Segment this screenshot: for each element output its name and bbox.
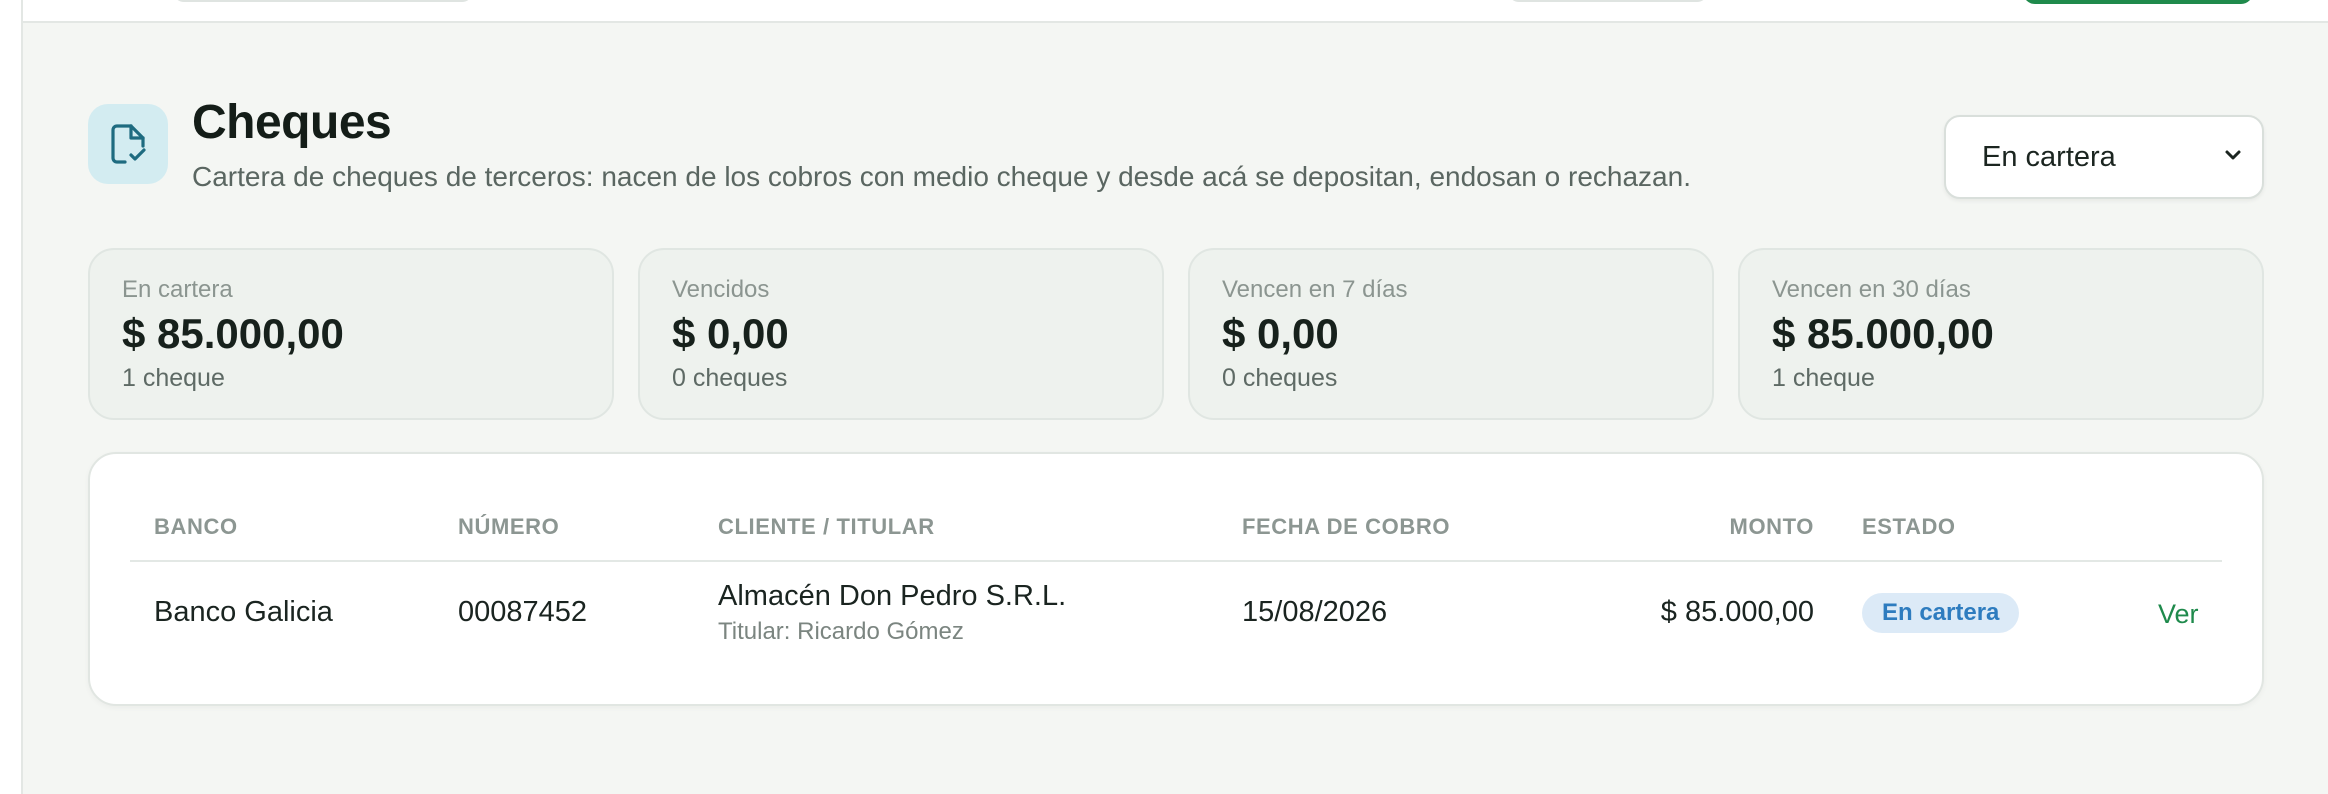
page-subtitle: Cartera de cheques de terceros: nacen de… [192,161,1691,192]
view-link[interactable]: Ver [2158,599,2199,630]
stat-card-vencen-30-dias: Vencen en 30 días $ 85.000,00 1 cheque [1738,248,2264,420]
stat-value: $ 85.000,00 [122,310,344,357]
chevron-down-icon [2222,141,2244,174]
cell-banco: Banco Galicia [154,596,333,628]
sidebar-edge [0,0,23,794]
column-header-banco[interactable]: BANCO [154,514,238,540]
topbar-search-input[interactable] [173,0,473,2]
stat-card-vencen-7-dias: Vencen en 7 días $ 0,00 0 cheques [1188,248,1714,420]
estado-filter-select[interactable]: En cartera [1944,115,2264,199]
cheques-table: BANCO NÚMERO CLIENTE / TITULAR FECHA DE … [88,452,2264,706]
page-header: Cheques Cartera de cheques de terceros: … [88,95,2264,205]
stat-count: 1 cheque [122,364,225,392]
topbar-chip[interactable] [1508,0,1708,2]
table-header-divider [130,560,2222,562]
column-header-monto[interactable]: MONTO [1640,514,1814,540]
column-header-cliente[interactable]: CLIENTE / TITULAR [718,514,935,540]
cell-fecha: 15/08/2026 [1242,596,1388,628]
top-bar [23,0,2328,23]
stat-label: Vencen en 7 días [1222,276,1408,303]
status-badge: En cartera [1862,593,2020,633]
cell-titular: Titular: Ricardo Gómez [718,618,964,645]
stat-card-vencidos: Vencidos $ 0,00 0 cheques [638,248,1164,420]
cell-monto: $ 85.000,00 [1660,596,1814,628]
stat-value: $ 0,00 [672,310,789,357]
stat-count: 0 cheques [1222,364,1338,392]
stat-card-en-cartera: En cartera $ 85.000,00 1 cheque [88,248,614,420]
column-header-estado[interactable]: ESTADO [1862,514,1956,540]
stat-value: $ 85.000,00 [1772,310,1994,357]
stat-label: En cartera [122,276,233,303]
stat-count: 0 cheques [672,364,788,392]
cell-cliente: Almacén Don Pedro S.R.L. [718,580,1067,612]
cell-numero: 00087452 [458,596,588,628]
column-header-numero[interactable]: NÚMERO [458,514,559,540]
document-check-icon [88,104,168,184]
stat-label: Vencidos [672,276,770,303]
stat-value: $ 0,00 [1222,310,1339,357]
column-header-fecha[interactable]: FECHA DE COBRO [1242,514,1450,540]
page-title: Cheques [192,96,392,149]
stat-count: 1 cheque [1772,364,1875,392]
summary-stats: En cartera $ 85.000,00 1 cheque Vencidos… [88,248,2264,420]
stat-label: Vencen en 30 días [1772,276,1971,303]
topbar-primary-button[interactable] [2023,0,2253,4]
filter-selected-value: En cartera [1982,140,2116,173]
